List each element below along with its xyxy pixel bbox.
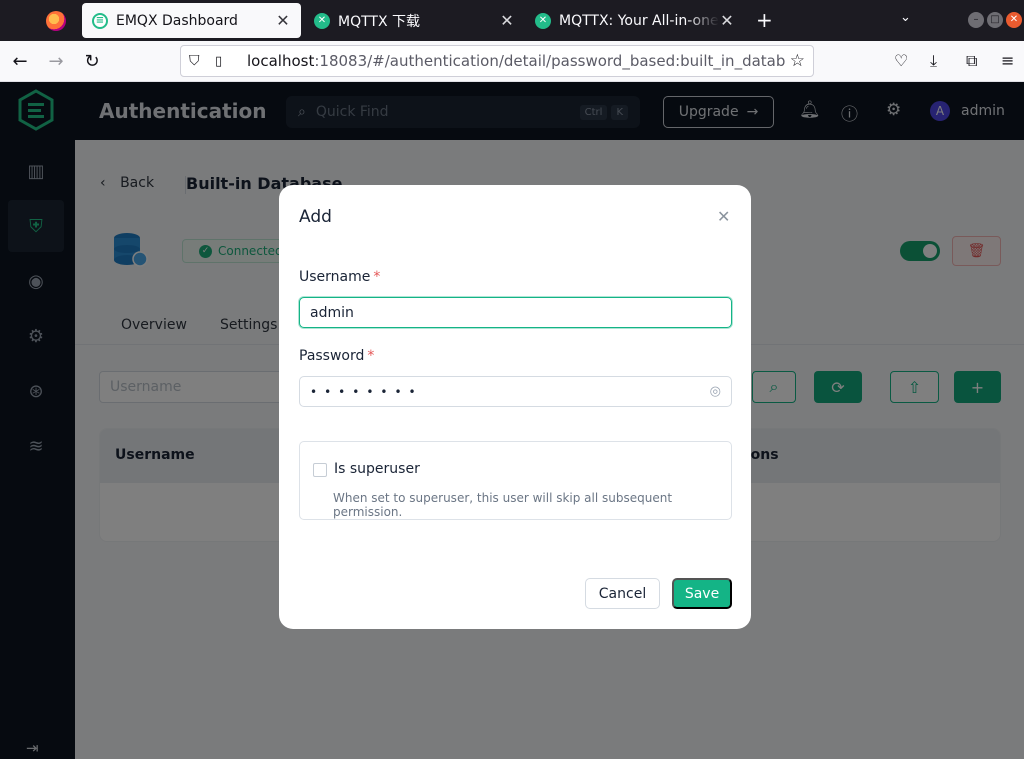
page-info-icon[interactable]: ▯	[215, 54, 231, 69]
username-field[interactable]: admin	[299, 297, 732, 328]
tab-mqttx-download[interactable]: ✕ MQTTX 下载 ✕	[304, 3, 525, 38]
superuser-checkbox[interactable]	[313, 463, 327, 477]
close-icon[interactable]: ✕	[717, 207, 730, 226]
eye-off-icon[interactable]: ◎	[710, 384, 721, 399]
minimize-icon[interactable]: –	[968, 12, 984, 28]
mqttx-favicon-icon: ✕	[535, 12, 551, 29]
back-arrow-icon[interactable]: ←	[10, 51, 30, 72]
mqttx-favicon-icon: ✕	[314, 12, 330, 29]
username-label: Username *	[299, 269, 380, 285]
bookmark-star-icon[interactable]: ☆	[785, 51, 805, 71]
maximize-icon[interactable]: □	[987, 12, 1003, 28]
tab-emqx-dashboard[interactable]: ≡ EMQX Dashboard ✕	[82, 3, 301, 38]
new-tab-icon[interactable]: +	[756, 8, 773, 32]
browser-navbar: ← → ↻ ⛉ ▯ localhost :18083/#/authenticat…	[0, 41, 1024, 82]
emqx-favicon-icon: ≡	[92, 12, 108, 29]
tab-list-chevron-icon[interactable]: ⌄	[900, 10, 911, 25]
username-label-text: Username	[299, 269, 371, 285]
window-controls: – □ ✕	[968, 12, 1022, 28]
pocket-icon[interactable]: ♡	[894, 51, 908, 70]
forward-arrow-icon[interactable]: →	[46, 51, 66, 72]
url-host: localhost	[247, 52, 315, 70]
tracking-shield-icon[interactable]: ⛉	[189, 53, 207, 69]
tab-mqttx-all-in-one[interactable]: ✕ MQTTX: Your All-in-one MQTT ✕	[525, 3, 745, 38]
password-field[interactable]: •••••••• ◎	[299, 376, 732, 407]
tab-title: MQTTX: Your All-in-one MQTT	[559, 12, 719, 29]
tab-close-icon[interactable]: ✕	[499, 11, 515, 30]
password-value: ••••••••	[310, 384, 423, 399]
save-button[interactable]: Save	[672, 578, 732, 609]
superuser-option: Is superuser When set to superuser, this…	[299, 441, 732, 520]
add-user-dialog: Add ✕ Username * admin Password * ••••••••…	[279, 185, 751, 629]
browser-tabbar: ≡ EMQX Dashboard ✕ ✕ MQTTX 下载 ✕ ✕ MQTTX:…	[0, 0, 1024, 41]
url-bar[interactable]: ⛉ ▯ localhost :18083/#/authentication/de…	[180, 45, 814, 77]
tab-close-icon[interactable]: ✕	[719, 11, 735, 30]
superuser-label[interactable]: Is superuser	[334, 461, 420, 477]
tab-close-icon[interactable]: ✕	[275, 11, 291, 30]
reload-icon[interactable]: ↻	[82, 51, 102, 72]
menu-icon[interactable]: ≡	[1001, 51, 1014, 70]
downloads-icon[interactable]: ⤓	[930, 51, 937, 71]
required-mark: *	[373, 269, 381, 285]
username-value: admin	[310, 304, 354, 321]
window-close-icon[interactable]: ✕	[1006, 12, 1022, 28]
firefox-icon[interactable]	[46, 10, 66, 31]
extensions-icon[interactable]: ⧉	[966, 51, 977, 71]
tab-title: EMQX Dashboard	[116, 12, 238, 29]
dialog-title: Add	[299, 207, 332, 227]
cancel-button[interactable]: Cancel	[585, 578, 660, 609]
url-path: :18083/#/authentication/detail/password_…	[314, 52, 785, 70]
superuser-hint: When set to superuser, this user will sk…	[333, 491, 673, 519]
tab-title: MQTTX 下载	[338, 13, 420, 30]
required-mark: *	[367, 348, 375, 364]
password-label-text: Password	[299, 348, 365, 364]
password-label: Password *	[299, 348, 374, 364]
